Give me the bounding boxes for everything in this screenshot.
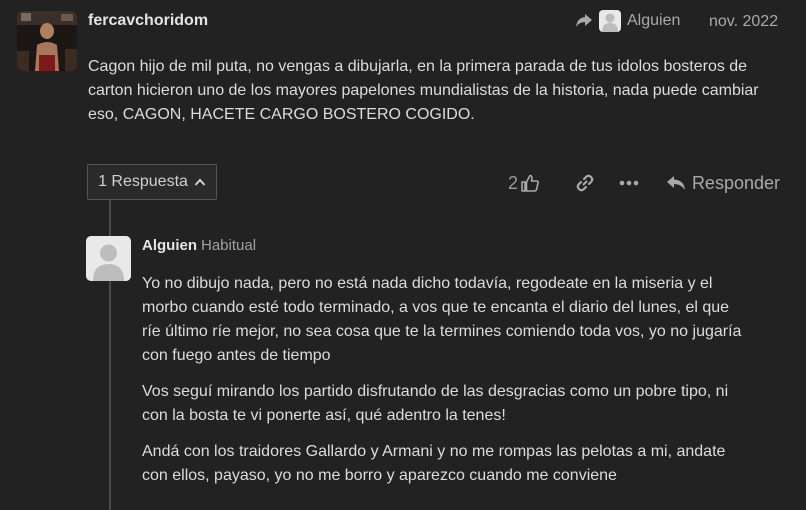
reply-paragraph: Vos seguí mirando los partido disfrutand… xyxy=(142,383,729,424)
reply-paragraph: Yo no dibujo nada, pero no está nada dic… xyxy=(142,275,742,364)
share-arrow-icon xyxy=(575,13,593,29)
post-username[interactable]: fercavchoridom xyxy=(88,12,208,30)
link-icon[interactable] xyxy=(575,173,595,193)
user-avatar[interactable] xyxy=(17,11,77,71)
reply-to-username: Alguien xyxy=(627,12,681,29)
reply-to-avatar xyxy=(599,10,621,32)
reply-arrow-icon xyxy=(666,175,686,191)
reply-button[interactable]: Responder xyxy=(666,173,780,194)
chevron-up-icon xyxy=(194,177,206,187)
post-date[interactable]: nov. 2022 xyxy=(709,13,778,31)
like-button[interactable]: 2 xyxy=(508,173,539,194)
reply-avatar[interactable] xyxy=(86,236,131,281)
post-actions: 2 Responder xyxy=(508,170,780,196)
ellipsis-icon[interactable] xyxy=(619,180,639,186)
default-user-icon xyxy=(93,244,124,281)
reply-user-title: Habitual xyxy=(201,237,257,254)
reply-to-indicator[interactable]: Alguien xyxy=(575,10,680,32)
replies-count-label: 1 Respuesta xyxy=(98,173,188,190)
thumbs-up-icon xyxy=(521,174,539,192)
like-count: 2 xyxy=(508,172,519,193)
reply-author: Alguien Habitual xyxy=(142,237,256,254)
avatar-photo xyxy=(17,11,77,71)
reply-button-label: Responder xyxy=(691,172,780,193)
reply-paragraph: Andá con los traidores Gallardo y Armani… xyxy=(142,443,726,484)
post-body: Cagon hijo de mil puta, no vengas a dibu… xyxy=(88,58,759,123)
reply-body: Yo no dibujo nada, pero no está nada dic… xyxy=(142,272,742,500)
replies-toggle-button[interactable]: 1 Respuesta xyxy=(87,164,217,200)
reply-username[interactable]: Alguien xyxy=(142,237,197,254)
